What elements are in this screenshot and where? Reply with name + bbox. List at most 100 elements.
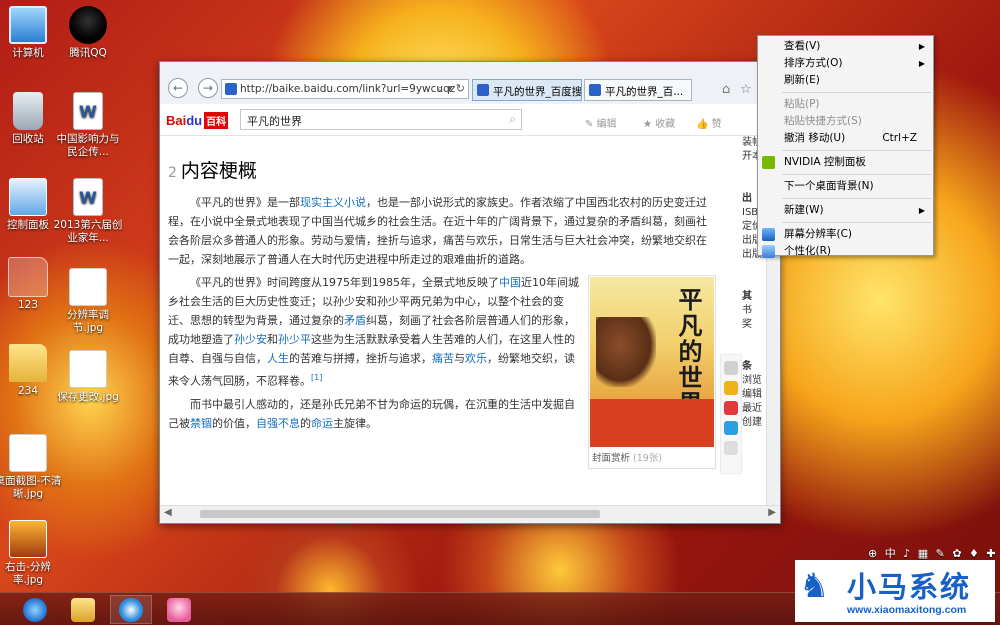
more-share-icon[interactable] xyxy=(724,441,738,455)
desktop-icon-image-2[interactable]: 保存更改.jpg xyxy=(53,350,123,404)
edit-button[interactable]: ✎ 编辑 xyxy=(585,115,617,130)
browser-nav-bar: ← → http://baike.baidu.com/link?url=9ywc… xyxy=(160,62,780,104)
submenu-arrow-icon: ▶ xyxy=(918,59,925,68)
menu-separator xyxy=(782,222,931,223)
qq-icon xyxy=(69,6,107,44)
web-page: Baidu 百科 平凡的世界 ⌕ ✎ 编辑 ★ 收藏 👍 赞 2 内容梗概 《平凡的… xyxy=(160,104,780,506)
search-value: 平凡的世界 xyxy=(247,115,302,128)
taskbar-app-button[interactable] xyxy=(158,595,200,624)
reference-link[interactable]: [1] xyxy=(311,373,322,382)
baike-search-input[interactable]: 平凡的世界 ⌕ xyxy=(240,109,522,130)
desktop-icon-label: 右击-分辨率.jpg xyxy=(5,561,51,586)
share-icon[interactable] xyxy=(724,361,738,375)
back-button[interactable]: ← xyxy=(168,78,188,98)
menu-item-new[interactable]: 新建(W) ▶ xyxy=(758,202,933,219)
link-novel[interactable]: 小说 xyxy=(344,196,366,209)
horse-logo-icon: ♞ xyxy=(799,566,830,606)
address-bar[interactable]: http://baike.baidu.com/link?url=9ywcuqz … xyxy=(221,79,469,99)
menu-item-next-background[interactable]: 下一个桌面背景(N) xyxy=(758,178,933,195)
link-self-improvement[interactable]: 自强不息 xyxy=(256,417,300,430)
menu-item-view[interactable]: 查看(V) ▶ xyxy=(758,38,933,55)
link-pain[interactable]: 痛苦 xyxy=(432,352,454,365)
site-watermark: ♞ 小马系统 www.xiaomaxitong.com xyxy=(795,560,995,622)
desktop-icon-qq[interactable]: 腾讯QQ xyxy=(53,6,123,60)
scroll-right-icon[interactable]: ▶ xyxy=(768,507,776,518)
taskbar-ie-button[interactable] xyxy=(14,595,56,624)
cover-title-art: 平凡的世界 xyxy=(674,287,703,417)
link-china[interactable]: 中国 xyxy=(499,276,521,289)
qzone-share-icon[interactable] xyxy=(724,381,738,395)
desktop-icon-label: 中国影响力与民企传... xyxy=(56,133,120,158)
link-realism[interactable]: 现实主义 xyxy=(300,196,344,209)
desktop-icon-label: 保存更改.jpg xyxy=(57,391,119,403)
desktop-icon-label: 2013第六届创业家年... xyxy=(53,219,123,244)
book-cover-card[interactable]: 平凡的世界 封面赏析 (19张) xyxy=(588,275,716,469)
desktop-icon-doc-1[interactable]: 中国影响力与民企传... xyxy=(53,92,123,159)
like-button[interactable]: 👍 赞 xyxy=(696,115,722,130)
link-fate[interactable]: 命运 xyxy=(311,417,333,430)
article-content: 2 内容梗概 《平凡的世界》是一部现实主义小说，也是一部小说形式的家族史。作者浓缩… xyxy=(168,144,716,473)
menu-item-refresh[interactable]: 刷新(E) xyxy=(758,72,933,89)
menu-item-screen-resolution[interactable]: 屏幕分辨率(C) xyxy=(758,226,933,243)
menu-item-personalize[interactable]: 个性化(R) xyxy=(758,243,933,260)
baidu-baike-logo[interactable]: Baidu 百科 xyxy=(166,112,229,129)
desktop-context-menu: 查看(V) ▶ 排序方式(O) ▶ 刷新(E) 粘贴(P) 粘贴快捷方式(S) 撤消… xyxy=(757,35,934,258)
address-tools-icon[interactable]: ⌕ ▾ ↻ xyxy=(437,82,465,96)
desktop-icon-image-1[interactable]: 分辨率调节.jpg xyxy=(53,268,123,335)
link-sun-shaoping[interactable]: 孙少平 xyxy=(278,333,311,346)
section-number: 2 xyxy=(168,165,177,181)
horizontal-scrollbar[interactable]: ◀ ▶ xyxy=(160,505,780,521)
forward-button[interactable]: → xyxy=(198,78,218,98)
word-document-icon xyxy=(73,178,103,216)
tab-label: 平凡的世界_百... xyxy=(605,86,684,98)
menu-separator xyxy=(782,198,931,199)
tab-label: 平凡的世界_百度搜索 xyxy=(493,86,582,98)
recycle-bin-icon xyxy=(13,92,43,130)
site-favicon-icon xyxy=(225,83,237,95)
share-bar xyxy=(720,354,742,474)
link-life[interactable]: 人生 xyxy=(267,352,289,365)
internet-explorer-icon xyxy=(23,597,47,622)
link-contradiction[interactable]: 矛盾 xyxy=(344,314,366,327)
shortcut-label: Ctrl+Z xyxy=(882,132,917,144)
link-joy[interactable]: 欢乐 xyxy=(465,352,487,365)
section-title: 内容梗概 xyxy=(180,160,257,182)
browser-window[interactable]: ← → http://baike.baidu.com/link?url=9ywc… xyxy=(159,61,781,524)
taskbar-explorer-button[interactable] xyxy=(62,595,104,624)
menu-item-nvidia-control-panel[interactable]: NVIDIA 控制面板 xyxy=(758,154,933,171)
search-icon[interactable]: ⌕ xyxy=(509,112,516,127)
scroll-left-icon[interactable]: ◀ xyxy=(164,507,172,518)
tab-baike[interactable]: 平凡的世界_百... × xyxy=(584,79,692,101)
image-file-icon xyxy=(9,434,47,472)
image-file-icon xyxy=(9,520,47,558)
link-confinement[interactable]: 禁锢 xyxy=(190,417,212,430)
system-tray[interactable]: ⊕ 中 ♪ ▦ ✎ ✿ ♦ ✚ xyxy=(868,545,998,561)
cover-figures-illustration xyxy=(596,317,656,387)
weibo-share-icon[interactable] xyxy=(724,401,738,415)
scrollbar-thumb[interactable] xyxy=(200,510,600,518)
taskbar-browser-button[interactable] xyxy=(110,595,152,624)
desktop-icon-image-3[interactable]: 桌面截图-不清晰.jpg xyxy=(0,434,63,501)
favorites-star-icon[interactable]: ☆ xyxy=(740,82,752,97)
computer-icon xyxy=(9,6,47,44)
desktop-icon-label: 腾讯QQ xyxy=(69,47,107,59)
home-icon[interactable]: ⌂ xyxy=(722,82,730,97)
link-sun-shaoan[interactable]: 孙少安 xyxy=(234,333,267,346)
desktop-icon-image-4[interactable]: 右击-分辨率.jpg xyxy=(0,520,63,587)
cover-caption[interactable]: 封面赏析 (19张) xyxy=(590,447,714,467)
desktop-icon-label: 桌面截图-不清晰.jpg xyxy=(0,475,62,500)
address-url: http://baike.baidu.com/link?url=9ywcuqz xyxy=(240,83,456,95)
tab-favicon-icon xyxy=(589,84,601,96)
favorite-button[interactable]: ★ 收藏 xyxy=(643,115,675,130)
menu-item-undo-move[interactable]: 撤消 移动(U) Ctrl+Z xyxy=(758,130,933,147)
menu-item-sort-by[interactable]: 排序方式(O) ▶ xyxy=(758,55,933,72)
folder-icon xyxy=(9,344,47,382)
tencent-share-icon[interactable] xyxy=(724,421,738,435)
menu-item-paste-shortcut: 粘贴快捷方式(S) xyxy=(784,115,862,127)
personalize-icon xyxy=(762,245,775,258)
desktop-icon-doc-2[interactable]: 2013第六届创业家年... xyxy=(53,178,123,245)
close-tab-icon[interactable]: × xyxy=(691,86,692,98)
tab-baidu-search[interactable]: 平凡的世界_百度搜索 xyxy=(472,79,582,101)
tab-favicon-icon xyxy=(477,84,489,96)
folder-icon xyxy=(8,257,48,297)
